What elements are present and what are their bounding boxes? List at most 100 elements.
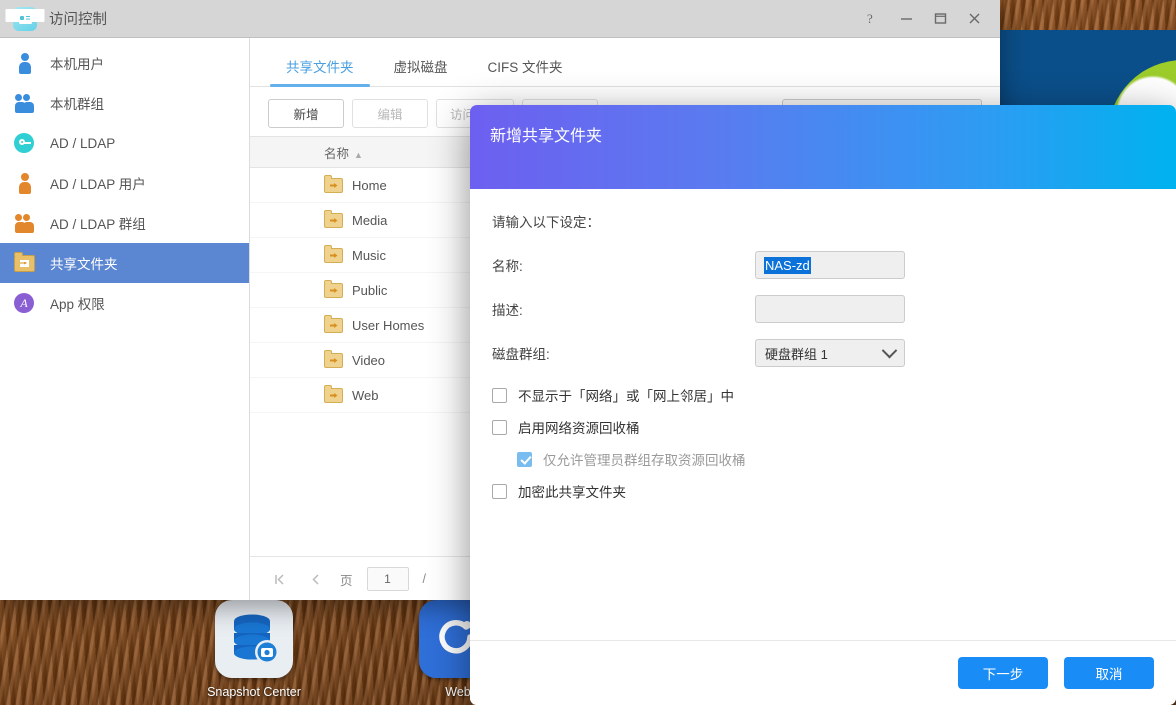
sidebar: 本机用户 本机群组 AD / LDAP AD / LDAP 用户: [0, 38, 250, 600]
field-row-disk-group: 磁盘群组: 硬盘群组 1: [470, 335, 1176, 371]
row-checkbox-cell[interactable]: [250, 273, 314, 308]
add-shared-folder-dialog: 新增共享文件夹 请输入以下设定： 名称: NAS-zd 描述: 磁盘群组: 硬盘…: [470, 105, 1176, 705]
sidebar-item-ad-ldap-groups[interactable]: AD / LDAP 群组: [0, 203, 249, 243]
prev-page-button[interactable]: [304, 568, 326, 590]
sidebar-item-label: 本机群组: [50, 93, 104, 113]
dialog-title: 新增共享文件夹: [490, 122, 602, 146]
app-permission-icon: A: [14, 292, 36, 314]
window-title: 访问控制: [49, 8, 107, 29]
sidebar-item-label: 本机用户: [50, 53, 104, 73]
sidebar-item-label: 共享文件夹: [50, 253, 118, 273]
column-label: 名称: [324, 147, 349, 161]
checkbox-label: 不显示于「网络」或「网上邻居」中: [518, 385, 734, 405]
maximize-button[interactable]: [924, 4, 956, 34]
person-blue-icon: [14, 52, 36, 74]
cancel-button[interactable]: 取消: [1064, 657, 1154, 689]
dialog-footer: 下一步 取消: [470, 640, 1176, 705]
tab-virtual-disk[interactable]: 虚拟磁盘: [378, 56, 464, 86]
checkbox-label: 加密此共享文件夹: [518, 481, 626, 501]
sidebar-item-label: AD / LDAP 用户: [50, 173, 146, 193]
encrypt-folder-checkbox[interactable]: [492, 484, 507, 499]
checkbox-row-admin-only-recycle-bin[interactable]: 仅允许管理员群组存取资源回收桶: [470, 443, 1176, 475]
folder-icon: [324, 318, 343, 333]
name-input-value: NAS-zd: [764, 257, 811, 274]
svg-text:?: ?: [867, 11, 873, 26]
close-button[interactable]: [958, 4, 990, 34]
row-checkbox-cell[interactable]: [250, 378, 314, 413]
window-controls: ?: [856, 0, 990, 37]
tab-bar: 共享文件夹 虚拟磁盘 CIFS 文件夹: [250, 38, 1000, 87]
sidebar-item-local-groups[interactable]: 本机群组: [0, 83, 249, 123]
row-name-text: User Homes: [352, 318, 424, 333]
page-number-input[interactable]: 1: [367, 567, 409, 591]
sidebar-item-label: AD / LDAP: [50, 136, 115, 151]
sidebar-item-app-permission[interactable]: A App 权限: [0, 283, 249, 323]
help-button[interactable]: ?: [856, 4, 888, 34]
dialog-intro-text: 请输入以下设定：: [492, 211, 1176, 231]
field-row-description: 描述:: [470, 291, 1176, 327]
row-name-text: Public: [352, 283, 387, 298]
description-input[interactable]: [755, 295, 905, 323]
field-label-description: 描述:: [492, 299, 755, 319]
field-label-disk-group: 磁盘群组:: [492, 343, 755, 363]
disk-group-select[interactable]: 硬盘群组 1: [755, 339, 905, 367]
page-separator: /: [423, 572, 426, 586]
row-name-text: Media: [352, 213, 387, 228]
sidebar-item-label: AD / LDAP 群组: [50, 213, 146, 233]
folder-icon: [324, 388, 343, 403]
sidebar-item-ad-ldap-users[interactable]: AD / LDAP 用户: [0, 163, 249, 203]
chevron-down-icon: [882, 342, 898, 358]
row-name-text: Video: [352, 353, 385, 368]
page-word: 页: [340, 570, 353, 589]
access-control-icon: [13, 7, 37, 31]
row-checkbox-cell[interactable]: [250, 238, 314, 273]
key-icon: [14, 132, 36, 154]
admin-only-recycle-bin-checkbox[interactable]: [517, 452, 532, 467]
group-orange-icon: [14, 212, 36, 234]
field-label-name: 名称:: [492, 255, 755, 275]
dialog-body: 请输入以下设定： 名称: NAS-zd 描述: 磁盘群组: 硬盘群组 1 不显示…: [470, 189, 1176, 661]
checkbox-row-hide-network[interactable]: 不显示于「网络」或「网上邻居」中: [470, 379, 1176, 411]
person-orange-icon: [14, 172, 36, 194]
sort-asc-icon: ▲: [354, 150, 363, 160]
row-name-text: Web: [352, 388, 379, 403]
sidebar-item-local-users[interactable]: 本机用户: [0, 43, 249, 83]
first-page-button[interactable]: [268, 568, 290, 590]
tab-cifs-folders[interactable]: CIFS 文件夹: [472, 56, 579, 86]
enable-recycle-bin-checkbox[interactable]: [492, 420, 507, 435]
desktop-icon-label: Snapshot Center: [194, 685, 314, 699]
row-name-text: Home: [352, 178, 387, 193]
checkbox-label: 仅允许管理员群组存取资源回收桶: [543, 449, 746, 469]
group-blue-icon: [14, 92, 36, 114]
row-checkbox-cell[interactable]: [250, 308, 314, 343]
folder-icon: [324, 248, 343, 263]
row-name-text: Music: [352, 248, 386, 263]
row-checkbox-cell[interactable]: [250, 203, 314, 238]
desktop-icon-snapshot-center[interactable]: Snapshot Center: [194, 600, 314, 699]
folder-icon: [324, 353, 343, 368]
folder-icon: [324, 283, 343, 298]
row-checkbox-cell[interactable]: [250, 343, 314, 378]
checkbox-row-encrypt-folder[interactable]: 加密此共享文件夹: [470, 475, 1176, 507]
field-row-name: 名称: NAS-zd: [470, 247, 1176, 283]
window-titlebar[interactable]: 访问控制 ?: [0, 0, 1000, 38]
dialog-header: 新增共享文件夹: [470, 105, 1176, 189]
snapshot-center-icon: [215, 600, 293, 678]
minimize-button[interactable]: [890, 4, 922, 34]
checkbox-row-enable-recycle-bin[interactable]: 启用网络资源回收桶: [470, 411, 1176, 443]
disk-group-value: 硬盘群组 1: [765, 344, 828, 363]
next-button[interactable]: 下一步: [958, 657, 1048, 689]
select-all-header[interactable]: [250, 137, 314, 168]
tab-shared-folders[interactable]: 共享文件夹: [270, 56, 370, 86]
row-checkbox-cell[interactable]: [250, 168, 314, 203]
add-button[interactable]: 新增: [268, 99, 344, 128]
checkbox-label: 启用网络资源回收桶: [518, 417, 640, 437]
sidebar-item-shared-folders[interactable]: 共享文件夹: [0, 243, 249, 283]
name-input[interactable]: NAS-zd: [755, 251, 905, 279]
edit-button[interactable]: 编辑: [352, 99, 428, 128]
hide-network-checkbox[interactable]: [492, 388, 507, 403]
sidebar-item-ad-ldap[interactable]: AD / LDAP: [0, 123, 249, 163]
sidebar-item-label: App 权限: [50, 293, 105, 313]
folder-icon: [14, 252, 36, 274]
folder-icon: [324, 178, 343, 193]
